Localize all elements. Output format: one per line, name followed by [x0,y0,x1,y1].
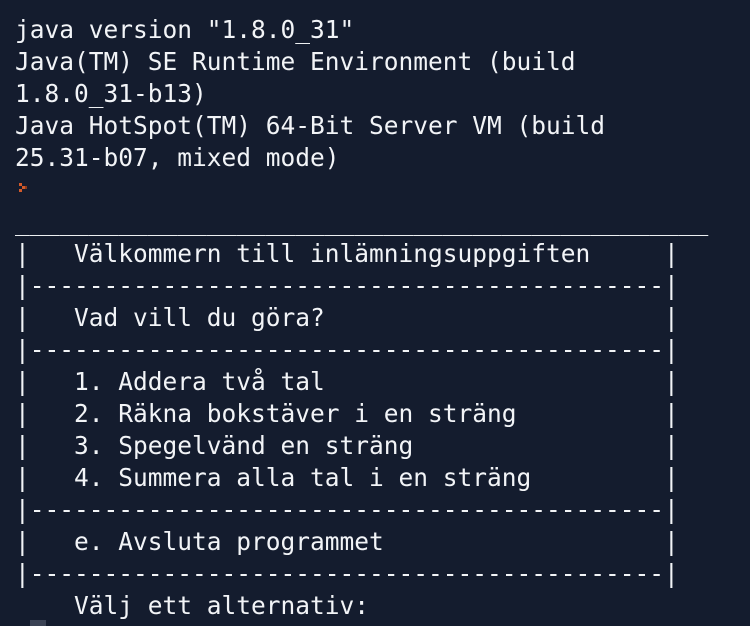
runtime-environment-line: Java(TM) SE Runtime Environment (build [15,47,576,76]
menu-question: | Vad vill du göra? | [15,303,679,332]
menu-option-exit: | e. Avsluta programmet | [15,527,679,556]
terminal-window[interactable]: java version "1.8.0_31" Java(TM) SE Runt… [0,0,750,626]
orange-arrow-prompt-icon [19,183,27,192]
menu-option-mirror-string: | 3. Spegelvänd en sträng | [15,431,679,460]
java-version-line: java version "1.8.0_31" [15,15,355,44]
menu-option-sum-numbers: | 4. Summera alla tal i en sträng | [15,463,679,492]
text-cursor [30,620,46,626]
menu-title: | Välkommern till inlämningsuppgiften | [15,239,679,268]
menu-divider: |---------------------------------------… [15,271,679,300]
menu-divider: |---------------------------------------… [15,495,679,524]
hotspot-build-line: 25.31-b07, mixed mode) [15,143,340,172]
menu-option-add-numbers: | 1. Addera två tal | [15,367,679,396]
hotspot-vm-line: Java HotSpot(TM) 64-Bit Server VM (build [15,111,606,140]
input-prompt[interactable]: Välj ett alternativ: [15,590,750,622]
menu-divider: |---------------------------------------… [15,559,679,588]
menu-option-count-letters: | 2. Räkna bokstäver i en sträng | [15,399,679,428]
menu-divider: |---------------------------------------… [15,335,679,364]
menu-top-border: ________________________________________… [15,207,709,236]
shell-prompt [15,174,750,206]
runtime-build-line: 1.8.0_31-b13) [15,79,207,108]
